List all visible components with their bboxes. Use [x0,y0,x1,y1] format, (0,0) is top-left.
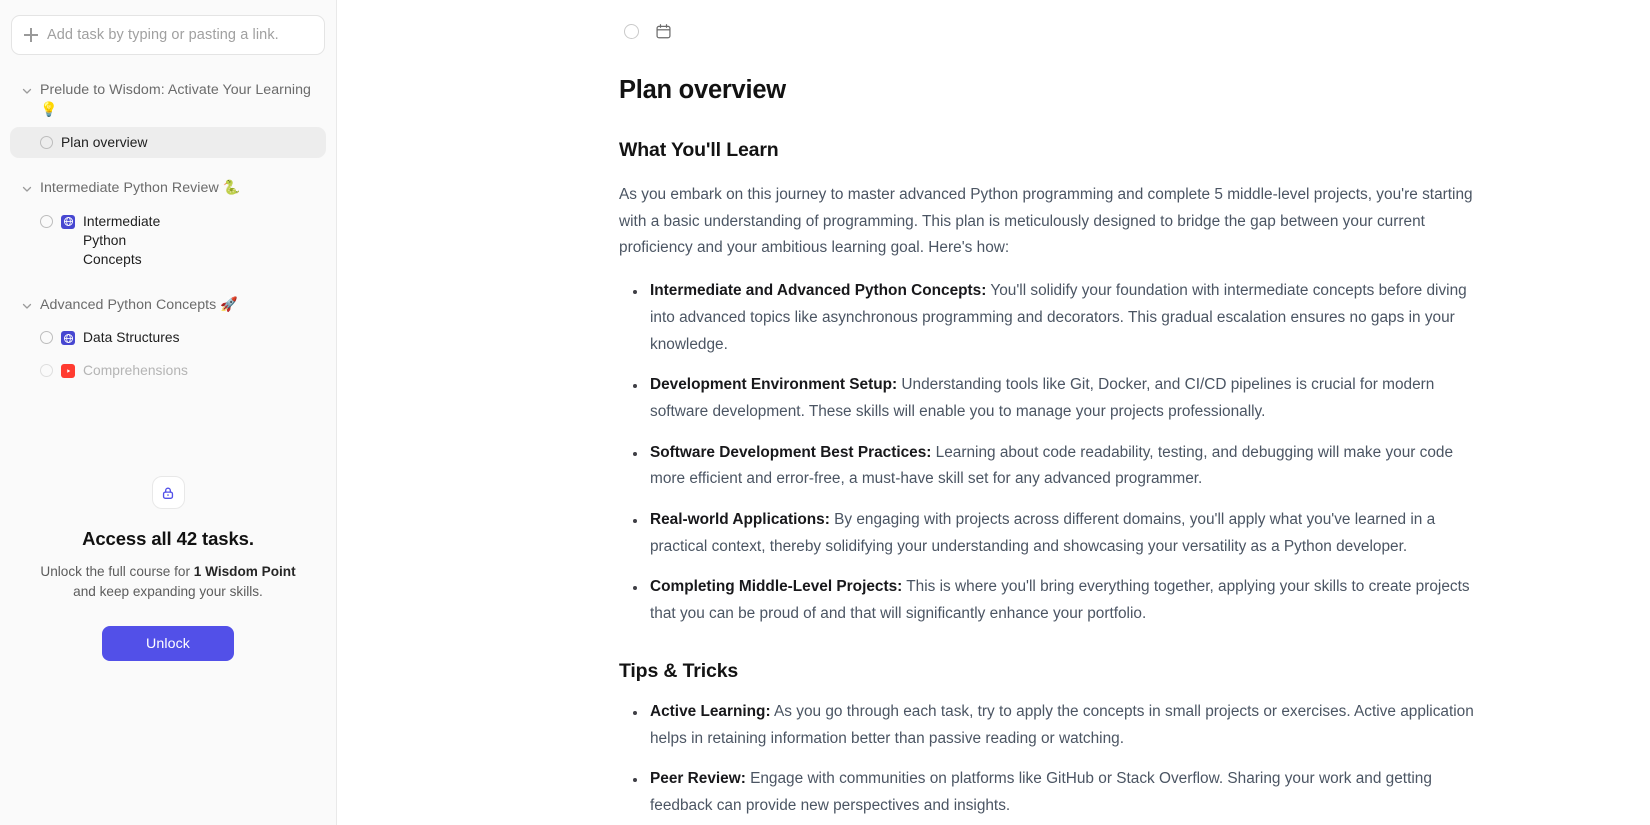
document: Plan overview What You'll Learn As you e… [619,18,1481,820]
task-label: Data Structures [83,330,180,345]
task-complete-checkbox[interactable] [624,23,639,39]
task-status-circle[interactable] [40,364,53,377]
add-task-input[interactable]: Add task by typing or pasting a link. [11,15,325,55]
add-task-placeholder: Add task by typing or pasting a link. [47,27,279,43]
unlock-title: Access all 42 tasks. [82,528,254,549]
unlock-panel: Access all 42 tasks. Unlock the full cou… [0,476,336,661]
group-title: Intermediate Python Review 🐍 [40,180,241,196]
youtube-icon [61,364,75,378]
section-heading: Tips & Tricks [619,659,739,682]
lock-icon [151,476,185,509]
list-item: Software Development Best Practices: Lea… [619,440,1481,493]
section-heading: What You'll Learn [619,139,779,161]
list-item: Completing Middle-Level Projects: This i… [619,574,1481,627]
group-header-prelude[interactable]: Prelude to Wisdom: Activate Your Learnin… [10,76,326,125]
bullet-term: Completing Middle-Level Projects: [650,578,903,596]
task-row[interactable]: Intermediate Python Concepts [10,206,326,275]
bullet-term: Development Environment Setup: [650,376,898,394]
globe-icon [61,331,75,345]
unlock-subtitle: Unlock the full course for 1 Wisdom Poin… [28,562,308,601]
list-item: Real-world Applications: By engaging wit… [619,507,1481,560]
task-row[interactable]: Plan overview [10,127,326,158]
calendar-icon[interactable] [655,23,672,40]
unlock-button[interactable]: Unlock [102,626,234,661]
task-label: Intermediate Python Concepts [83,213,161,267]
bullet-text: As you go through each task, try to appl… [650,702,1474,747]
bullet-term: Intermediate and Advanced Python Concept… [650,282,987,300]
task-label: Plan overview [61,135,148,150]
section-bullet-list: Intermediate and Advanced Python Concept… [619,278,1481,628]
section-bullet-list: Active Learning: As you go through each … [619,699,1481,820]
task-row-locked[interactable]: Comprehensions [10,355,326,386]
globe-icon [61,214,75,229]
sidebar: Add task by typing or pasting a link. Pr… [0,0,337,825]
list-item: Development Environment Setup: Understan… [619,372,1481,425]
group-header-advanced[interactable]: Advanced Python Concepts 🚀 [10,291,326,321]
list-item: Active Learning: As you go through each … [619,699,1481,752]
bullet-text: Engage with communities on platforms lik… [650,770,1432,814]
chevron-down-icon[interactable] [21,85,33,97]
list-item: Peer Review: Engage with communities on … [619,766,1481,819]
app-root: Add task by typing or pasting a link. Pr… [0,0,1650,825]
bullet-term: Real-world Applications: [650,511,830,529]
bullet-term: Software Development Best Practices: [650,443,932,461]
task-label: Comprehensions [83,363,188,378]
chevron-down-icon[interactable] [21,300,33,312]
task-status-circle[interactable] [40,331,53,344]
page-title: Plan overview [619,76,786,104]
unlock-sub-after: and keep expanding your skills. [73,583,263,599]
task-tree: Prelude to Wisdom: Activate Your Learnin… [10,76,326,501]
bullet-term: Active Learning: [650,702,771,720]
group-header-intermediate[interactable]: Intermediate Python Review 🐍 [10,174,326,204]
unlock-sub-before: Unlock the full course for [40,564,194,579]
main-content: Plan overview What You'll Learn As you e… [337,0,1650,825]
group-title: Advanced Python Concepts 🚀 [40,296,238,313]
list-item: Intermediate and Advanced Python Concept… [619,278,1481,358]
plus-icon [24,28,38,42]
task-row[interactable]: Data Structures [10,322,326,353]
unlock-sub-bold: 1 Wisdom Point [193,564,296,579]
section-paragraph: As you embark on this journey to master … [619,186,1473,257]
task-status-circle[interactable] [40,214,53,228]
group-title: Prelude to Wisdom: Activate Your Learnin… [40,82,311,118]
task-status-circle[interactable] [40,136,53,149]
bullet-term: Peer Review: [650,770,746,788]
document-toolbar [619,18,1481,44]
chevron-down-icon[interactable] [21,183,33,195]
